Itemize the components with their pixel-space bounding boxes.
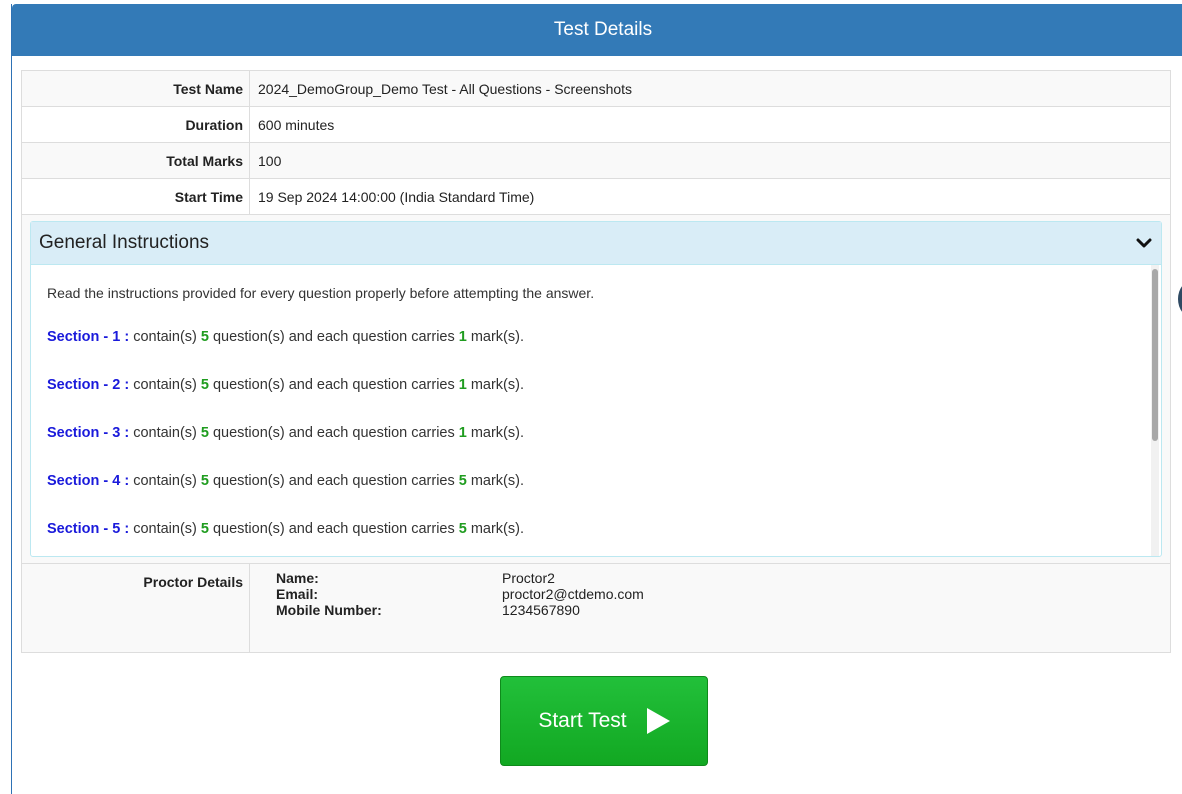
test-details-table: Test Name 2024_DemoGroup_Demo Test - All… xyxy=(21,70,1171,653)
section-text: mark(s). xyxy=(470,329,524,345)
list-item: Section - 1 : contain(s) 5 question(s) a… xyxy=(47,313,1137,361)
section-text: mark(s). xyxy=(470,377,524,393)
list-item: Section - 2 : contain(s) 5 question(s) a… xyxy=(47,361,1137,409)
section-text: contain(s) xyxy=(133,521,197,537)
panel-header: Test Details xyxy=(12,4,1182,56)
proctor-mobile-key: Mobile Number: xyxy=(276,602,382,618)
proctor-name: Proctor2 xyxy=(502,570,555,586)
section-text: contain(s) xyxy=(133,329,197,345)
section-text: question(s) and each question carries xyxy=(212,521,455,537)
instructions-cell: General Instructions Read the instructio… xyxy=(21,214,1171,564)
section-text: question(s) and each question carries xyxy=(212,473,455,489)
mark-count: 5 xyxy=(458,473,467,489)
chevron-down-icon[interactable] xyxy=(1135,234,1153,252)
question-count: 5 xyxy=(200,521,209,537)
section-text: mark(s). xyxy=(470,425,524,441)
table-row: Total Marks 100 xyxy=(21,142,1171,179)
section-text: question(s) and each question carries xyxy=(212,377,455,393)
table-row: Duration 600 minutes xyxy=(21,106,1171,143)
question-count: 5 xyxy=(200,377,209,393)
proctor-details-value: Name: Proctor2 Email: proctor2@ctdemo.co… xyxy=(249,563,1171,653)
section-text: contain(s) xyxy=(133,377,197,393)
start-test-button[interactable]: Start Test xyxy=(500,676,708,766)
section-name: Section - 4 : xyxy=(47,473,130,489)
test-name-label: Test Name xyxy=(21,70,250,107)
proctor-mobile: 1234567890 xyxy=(502,602,580,618)
general-instructions-accordion: General Instructions Read the instructio… xyxy=(30,221,1162,557)
proctor-email-key: Email: xyxy=(276,586,319,602)
table-row: Test Name 2024_DemoGroup_Demo Test - All… xyxy=(21,70,1171,107)
table-row: Start Time 19 Sep 2024 14:00:00 (India S… xyxy=(21,178,1171,215)
accordion-title: General Instructions xyxy=(39,232,210,253)
mark-count: 1 xyxy=(458,329,467,345)
test-name-value: 2024_DemoGroup_Demo Test - All Questions… xyxy=(249,70,1171,107)
list-item: Section - 5 : contain(s) 5 question(s) a… xyxy=(47,505,1137,553)
section-name: Section - 3 : xyxy=(47,425,130,441)
instructions-intro: Read the instructions provided for every… xyxy=(47,285,595,301)
accordion-body: Read the instructions provided for every… xyxy=(31,265,1161,556)
proctor-name-key: Name: xyxy=(276,570,319,586)
table-row: Proctor Details Name: Proctor2 Email: pr… xyxy=(21,563,1171,653)
mark-count: 1 xyxy=(458,377,467,393)
table-row: General Instructions Read the instructio… xyxy=(21,214,1171,564)
total-marks-value: 100 xyxy=(249,142,1171,179)
mark-count: 1 xyxy=(458,425,467,441)
question-count: 5 xyxy=(200,329,209,345)
proctor-details-label: Proctor Details xyxy=(21,563,250,653)
scrollbar-thumb[interactable] xyxy=(1152,269,1158,441)
accordion-header[interactable]: General Instructions xyxy=(31,222,1161,265)
section-text: question(s) and each question carries xyxy=(212,425,455,441)
start-test-label: Start Test xyxy=(538,709,627,732)
list-item: Section - 4 : contain(s) 5 question(s) a… xyxy=(47,457,1137,505)
question-count: 5 xyxy=(200,473,209,489)
duration-label: Duration xyxy=(21,106,250,143)
section-text: mark(s). xyxy=(470,521,524,537)
start-time-value: 19 Sep 2024 14:00:00 (India Standard Tim… xyxy=(249,178,1171,215)
page-title: Test Details xyxy=(553,19,653,40)
duration-value: 600 minutes xyxy=(249,106,1171,143)
section-text: contain(s) xyxy=(133,425,197,441)
section-name: Section - 1 : xyxy=(47,329,130,345)
section-name: Section - 5 : xyxy=(47,521,130,537)
proctor-email: proctor2@ctdemo.com xyxy=(502,586,644,602)
list-item: Section - 3 : contain(s) 5 question(s) a… xyxy=(47,409,1137,457)
mark-count: 5 xyxy=(458,521,467,537)
play-icon xyxy=(646,708,670,734)
section-text: contain(s) xyxy=(133,473,197,489)
question-count: 5 xyxy=(200,425,209,441)
total-marks-label: Total Marks xyxy=(21,142,250,179)
start-time-label: Start Time xyxy=(21,178,250,215)
section-text: question(s) and each question carries xyxy=(212,329,455,345)
section-text: mark(s). xyxy=(470,473,524,489)
help-icon[interactable] xyxy=(1178,280,1182,318)
section-name: Section - 2 : xyxy=(47,377,130,393)
